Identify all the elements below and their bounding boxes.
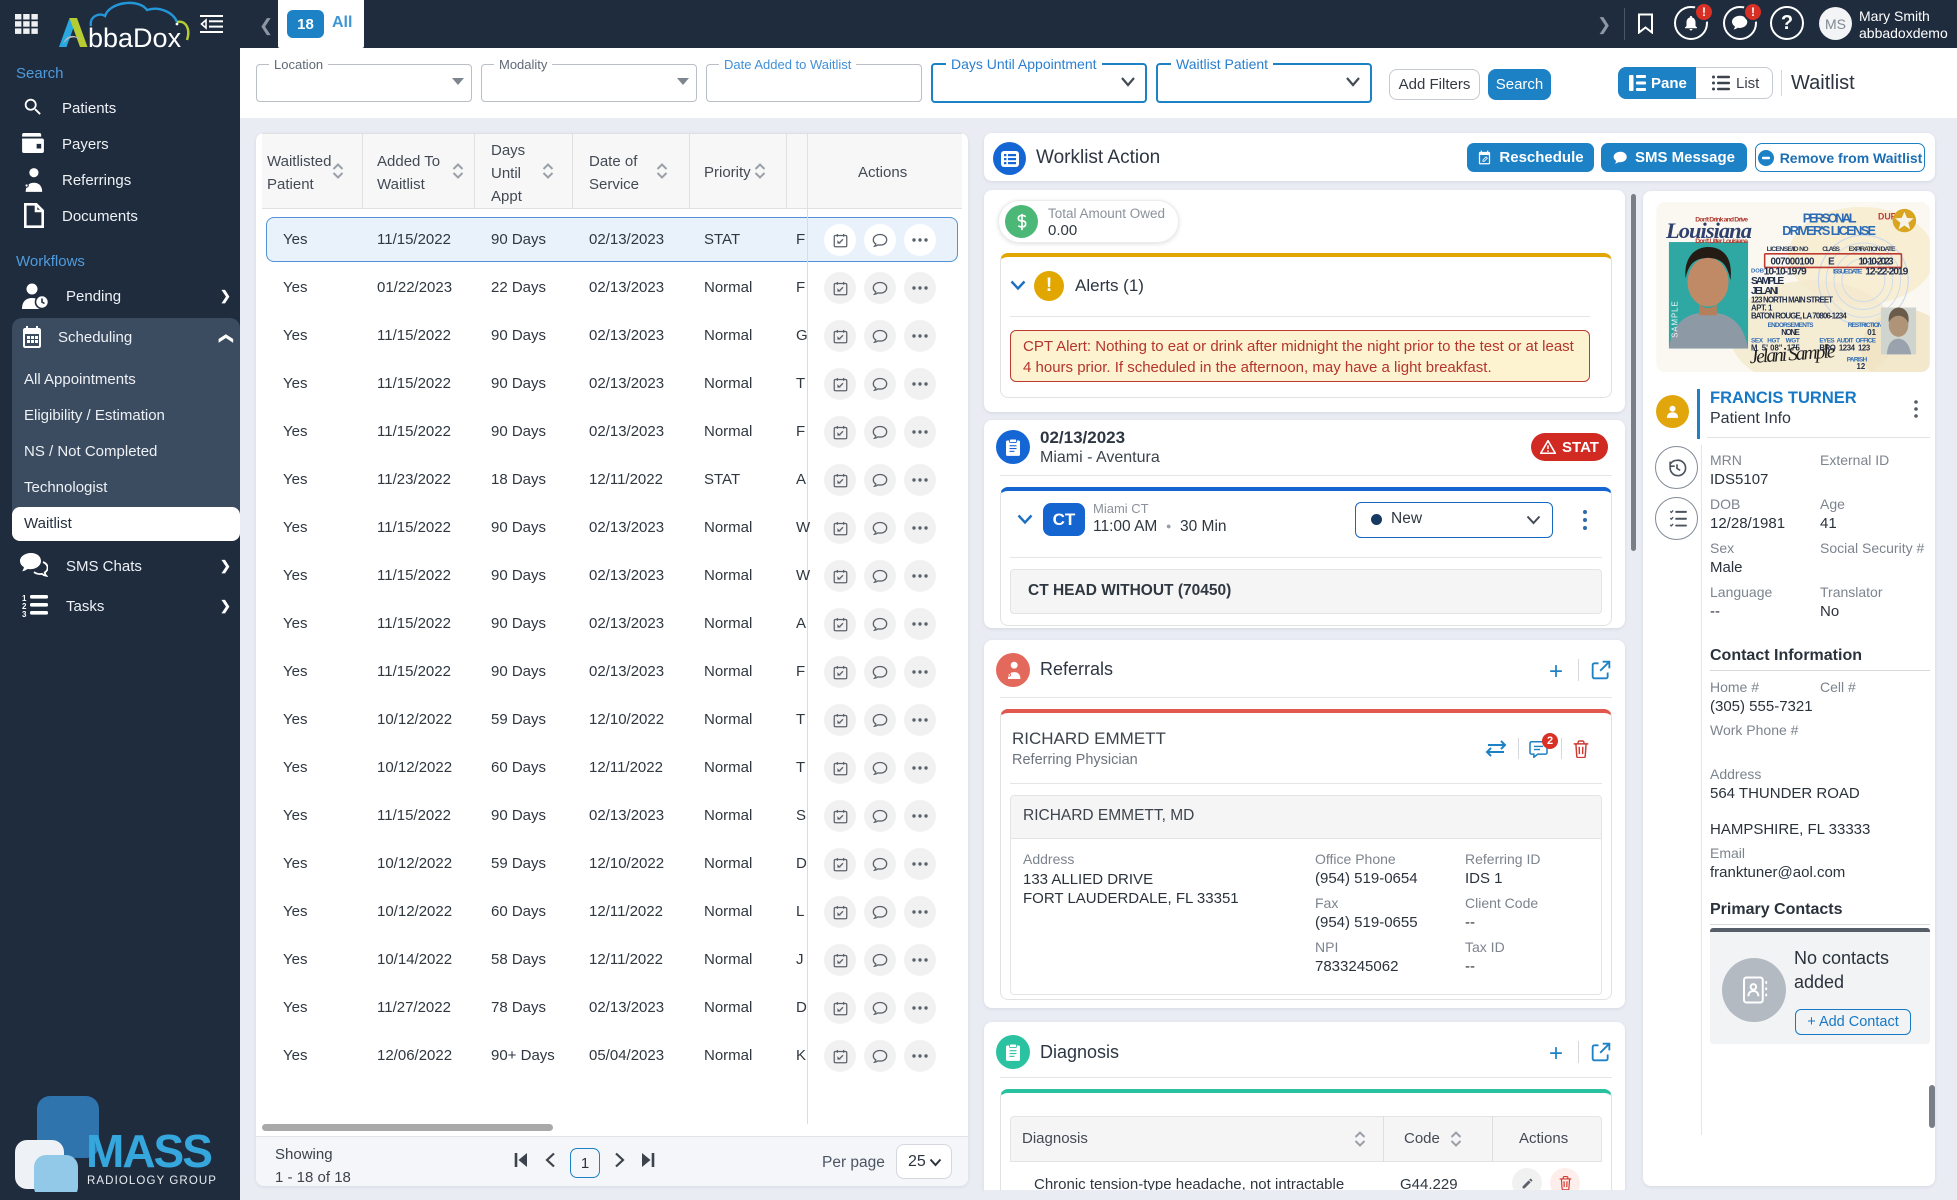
svg-text:DOB: DOB [1751,268,1764,274]
svg-text:01: 01 [1867,328,1876,337]
svg-text:LICENSE/ID NO: LICENSE/ID NO [1767,246,1810,253]
svg-text:RADIOLOGY GROUP: RADIOLOGY GROUP [87,1175,217,1187]
svg-text:DRIVER'S LICENSE: DRIVER'S LICENSE [1782,224,1876,238]
svg-text:Don't Litter Louisiana: Don't Litter Louisiana [1695,238,1748,245]
svg-text:NONE: NONE [1781,328,1800,337]
svg-text:SAMPLE: SAMPLE [1671,300,1680,338]
svg-text:MASS: MASS [86,1125,211,1177]
svg-text:CLASS: CLASS [1822,246,1840,253]
svg-text:ISSUE DATE: ISSUE DATE [1833,268,1863,275]
svg-text:EXPIRATION DATE: EXPIRATION DATE [1849,246,1896,253]
svg-text:3: 3 [22,610,27,618]
svg-text:E: E [1828,257,1835,268]
svg-text:12: 12 [1857,362,1866,371]
svg-text:bbaDox: bbaDox [88,23,182,50]
svg-text:BATON ROUGE, LA 70806-1234: BATON ROUGE, LA 70806-1234 [1751,311,1847,320]
svg-text:12-22-2019: 12-22-2019 [1865,266,1908,277]
